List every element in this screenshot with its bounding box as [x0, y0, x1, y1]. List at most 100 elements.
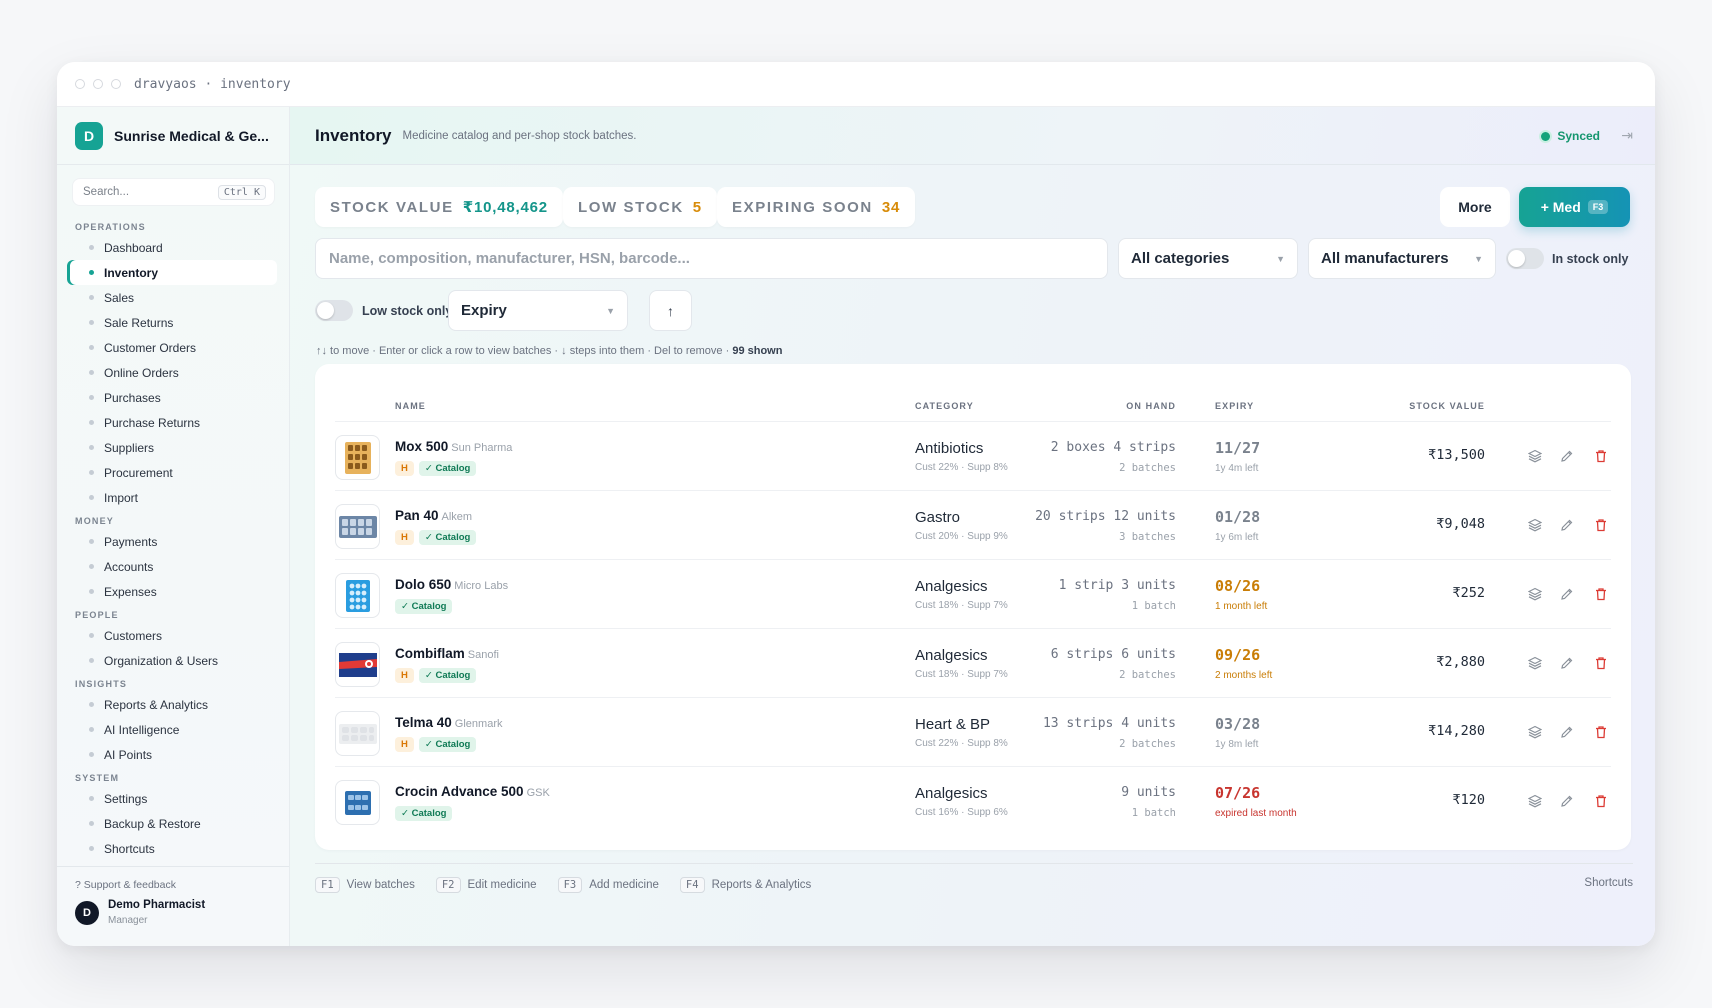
table-row[interactable]: Dolo 650 Micro Labs ✓ Catalog Analgesics …	[335, 560, 1611, 629]
sidebar: D Sunrise Medical & Ge... Search... Ctrl…	[57, 107, 290, 946]
section-operations: OPERATIONS	[75, 222, 146, 232]
close-window-button[interactable]	[75, 79, 85, 89]
batches-icon[interactable]	[1525, 653, 1545, 673]
sidebar-item-expenses[interactable]: Expenses	[67, 579, 277, 604]
section-people: PEOPLE	[75, 610, 119, 620]
shortcuts-link[interactable]: Shortcuts	[1584, 877, 1633, 889]
batches-icon[interactable]	[1525, 446, 1545, 466]
medicine-search-input[interactable]: Name, composition, manufacturer, HSN, ba…	[315, 238, 1108, 279]
category-select[interactable]: All categories ▼	[1118, 238, 1298, 279]
manufacturer-select[interactable]: All manufacturers ▼	[1308, 238, 1496, 279]
sidebar-item-reports[interactable]: Reports & Analytics	[67, 692, 277, 717]
on-hand-cell: 9 units	[1121, 785, 1176, 800]
sidebar-item-online-orders[interactable]: Online Orders	[67, 360, 277, 385]
edit-icon[interactable]	[1557, 653, 1577, 673]
delete-icon[interactable]	[1591, 722, 1611, 742]
user-profile[interactable]: D Demo Pharmacist Manager	[75, 899, 289, 926]
badge-group: ✓ Catalog	[395, 599, 453, 614]
sidebar-item-org-users[interactable]: Organization & Users	[67, 648, 277, 673]
delete-icon[interactable]	[1591, 446, 1611, 466]
sidebar-item-inventory[interactable]: Inventory	[67, 260, 277, 285]
edit-icon[interactable]	[1557, 515, 1577, 535]
header-on-hand[interactable]: ON HAND	[1126, 401, 1176, 411]
batches-icon[interactable]	[1525, 791, 1545, 811]
bullet-icon	[89, 370, 94, 375]
sidebar-item-ai-points[interactable]: AI Points	[67, 742, 277, 767]
sidebar-item-label: Accounts	[104, 559, 154, 574]
batches-cell: 2 batches	[1119, 462, 1176, 474]
edit-icon[interactable]	[1557, 446, 1577, 466]
bullet-icon	[89, 633, 94, 638]
f2-label[interactable]: Edit medicine	[468, 879, 537, 891]
brand[interactable]: D Sunrise Medical & Ge...	[57, 107, 289, 165]
delete-icon[interactable]	[1591, 653, 1611, 673]
header-expiry[interactable]: EXPIRY	[1215, 401, 1254, 411]
bullet-icon	[89, 821, 94, 826]
sidebar-item-import[interactable]: Import	[67, 485, 277, 510]
sidebar-item-label: Payments	[104, 534, 158, 549]
table-row[interactable]: Telma 40 Glenmark H ✓ Catalog Heart & BP C…	[335, 698, 1611, 767]
sync-status-label: Synced	[1557, 129, 1600, 143]
sidebar-item-settings[interactable]: Settings	[67, 786, 277, 811]
edit-icon[interactable]	[1557, 791, 1577, 811]
delete-icon[interactable]	[1591, 791, 1611, 811]
sidebar-item-purchase-returns[interactable]: Purchase Returns	[67, 410, 277, 435]
sidebar-item-accounts[interactable]: Accounts	[67, 554, 277, 579]
support-link[interactable]: ? Support & feedback	[75, 879, 289, 891]
header-name[interactable]: NAME	[395, 401, 426, 411]
f4-label[interactable]: Reports & Analytics	[712, 879, 812, 891]
delete-icon[interactable]	[1591, 584, 1611, 604]
on-hand-cell: 6 strips 6 units	[1050, 647, 1176, 662]
sidebar-item-shortcuts[interactable]: Shortcuts	[67, 836, 277, 861]
low-stock-only-toggle[interactable]	[315, 300, 353, 321]
sidebar-item-backup[interactable]: Backup & Restore	[67, 811, 277, 836]
sidebar-item-payments[interactable]: Payments	[67, 529, 277, 554]
f3-label[interactable]: Add medicine	[589, 879, 659, 891]
sidebar-search-placeholder: Search...	[83, 186, 130, 198]
sidebar-item-customer-orders[interactable]: Customer Orders	[67, 335, 277, 360]
expiring-soon-stat[interactable]: EXPIRING SOON 34	[717, 187, 916, 227]
sync-dot-icon	[1541, 131, 1551, 141]
search-shortcut-hint: Ctrl K	[217, 184, 266, 200]
sidebar-item-purchases[interactable]: Purchases	[67, 385, 277, 410]
sidebar-item-dashboard[interactable]: Dashboard	[67, 235, 277, 260]
header-stock-value[interactable]: STOCK VALUE	[1409, 401, 1485, 411]
batches-icon[interactable]	[1525, 515, 1545, 535]
edit-icon[interactable]	[1557, 722, 1577, 742]
sidebar-item-customers[interactable]: Customers	[67, 623, 277, 648]
in-stock-only-toggle[interactable]	[1506, 248, 1544, 269]
collapse-icon[interactable]: ⇥	[1621, 127, 1633, 144]
sidebar-search-input[interactable]: Search... Ctrl K	[72, 178, 275, 206]
sidebar-item-ai-intelligence[interactable]: AI Intelligence	[67, 717, 277, 742]
bullet-icon	[89, 564, 94, 569]
add-medicine-button[interactable]: + Med F3	[1519, 187, 1630, 227]
sort-by-select[interactable]: Expiry ▼	[448, 290, 628, 331]
low-stock-stat[interactable]: LOW STOCK 5	[563, 187, 717, 227]
on-hand-cell: 20 strips 12 units	[1035, 509, 1176, 524]
edit-icon[interactable]	[1557, 584, 1577, 604]
header-category[interactable]: CATEGORY	[915, 401, 974, 411]
bullet-icon	[89, 727, 94, 732]
table-row[interactable]: Pan 40 Alkem H ✓ Catalog Gastro Cust 20% ·…	[335, 491, 1611, 560]
main-content: Inventory Medicine catalog and per-shop …	[290, 107, 1655, 946]
maximize-window-button[interactable]	[111, 79, 121, 89]
delete-icon[interactable]	[1591, 515, 1611, 535]
tax-cell: Cust 22% · Supp 8%	[915, 462, 1008, 473]
medicine-name: Telma 40 Glenmark	[395, 715, 502, 730]
sidebar-item-sale-returns[interactable]: Sale Returns	[67, 310, 277, 335]
hint-text: ↑↓ to move · Enter or click a row to vie…	[316, 345, 730, 357]
table-row[interactable]: Crocin Advance 500 GSK ✓ Catalog Analgesi…	[335, 767, 1611, 836]
table-row[interactable]: Combiflam Sanofi H ✓ Catalog Analgesics Cu…	[335, 629, 1611, 698]
sidebar-item-procurement[interactable]: Procurement	[67, 460, 277, 485]
table-row[interactable]: Mox 500 Sun Pharma H ✓ Catalog Antibiotics…	[335, 422, 1611, 491]
sidebar-item-suppliers[interactable]: Suppliers	[67, 435, 277, 460]
sidebar-item-sales[interactable]: Sales	[67, 285, 277, 310]
f1-label[interactable]: View batches	[347, 879, 415, 891]
badge-group: H ✓ Catalog	[395, 461, 477, 476]
batches-icon[interactable]	[1525, 584, 1545, 604]
minimize-window-button[interactable]	[93, 79, 103, 89]
sort-direction-button[interactable]: ↑	[649, 290, 692, 331]
batches-icon[interactable]	[1525, 722, 1545, 742]
expiry-cell: 09/26	[1215, 646, 1261, 664]
more-button[interactable]: More	[1440, 187, 1510, 227]
